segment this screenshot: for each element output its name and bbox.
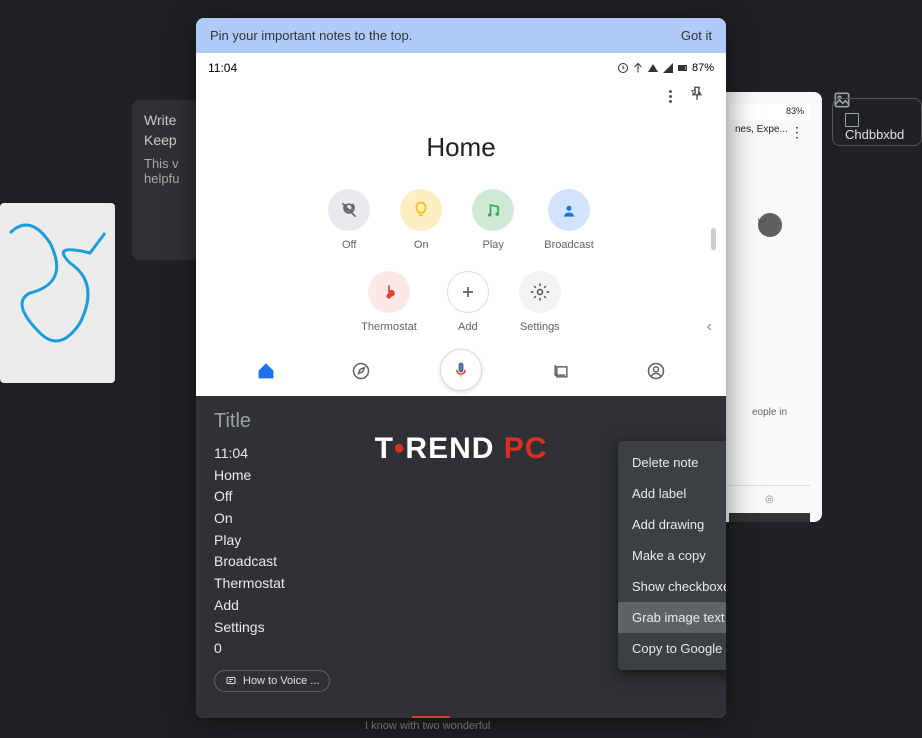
pin-icon[interactable] bbox=[688, 85, 706, 108]
more-icon[interactable] bbox=[669, 90, 672, 103]
got-it-button[interactable]: Got it bbox=[681, 28, 712, 43]
note-title-placeholder[interactable]: Title bbox=[214, 410, 708, 433]
background-note-card-2: Chdbbxbd bbox=[832, 98, 922, 146]
note-toolbar: Close bbox=[196, 706, 726, 718]
background-phone-card: 83% nes, Expe...⋮ ◡eople in ◎ ‹ bbox=[717, 92, 822, 522]
menu-delete-note[interactable]: Delete note bbox=[618, 447, 726, 478]
note-modal: Pin your important notes to the top. Got… bbox=[196, 18, 726, 718]
menu-copy-to-docs[interactable]: Copy to Google Docs bbox=[618, 633, 726, 664]
voice-chip[interactable]: How to Voice ... bbox=[214, 670, 330, 692]
menu-show-checkboxes[interactable]: Show checkboxes bbox=[618, 571, 726, 602]
chevron-left-icon[interactable]: ‹ bbox=[707, 318, 712, 336]
nav-explore-icon[interactable] bbox=[351, 361, 371, 386]
more-options-button[interactable] bbox=[412, 716, 450, 718]
nav-home-icon[interactable] bbox=[256, 361, 276, 386]
tile-broadcast[interactable]: Broadcast bbox=[544, 189, 594, 251]
nav-profile-icon[interactable] bbox=[646, 361, 666, 386]
brand-watermark: T•REND PC bbox=[375, 432, 548, 466]
tile-on[interactable]: On bbox=[400, 189, 442, 251]
status-time: 11:04 bbox=[208, 61, 237, 75]
tile-off[interactable]: Off bbox=[328, 189, 370, 251]
tile-add[interactable]: Add bbox=[447, 271, 489, 333]
avatar-icon: ◡ bbox=[758, 213, 782, 237]
phone-screenshot: 11:04 87% Home ‹ Off On Play Broadcast T… bbox=[196, 53, 726, 396]
scroll-indicator bbox=[711, 228, 716, 250]
menu-add-drawing[interactable]: Add drawing bbox=[618, 509, 726, 540]
note-content-area: Title 11:04 Home Off On Play Broadcast T… bbox=[196, 396, 726, 706]
menu-grab-image-text[interactable]: Grab image text bbox=[618, 602, 726, 633]
tile-play[interactable]: Play bbox=[472, 189, 514, 251]
tile-settings[interactable]: Settings bbox=[519, 271, 561, 333]
tip-bar: Pin your important notes to the top. Got… bbox=[196, 18, 726, 53]
home-title: Home bbox=[208, 114, 714, 189]
profile-icon: ◎ bbox=[729, 485, 810, 513]
menu-add-label[interactable]: Add label bbox=[618, 478, 726, 509]
tile-thermostat[interactable]: Thermostat bbox=[361, 271, 417, 333]
context-menu: Delete note Add label Add drawing Make a… bbox=[618, 441, 726, 670]
status-icons: 87% bbox=[617, 62, 714, 74]
mic-button[interactable] bbox=[440, 349, 482, 391]
sketch-note-card bbox=[0, 203, 115, 383]
menu-make-copy[interactable]: Make a copy bbox=[618, 540, 726, 571]
nav-library-icon[interactable] bbox=[551, 361, 571, 386]
bg-truncated-text: I know with two wonderful bbox=[365, 720, 490, 732]
tip-text: Pin your important notes to the top. bbox=[210, 28, 412, 43]
